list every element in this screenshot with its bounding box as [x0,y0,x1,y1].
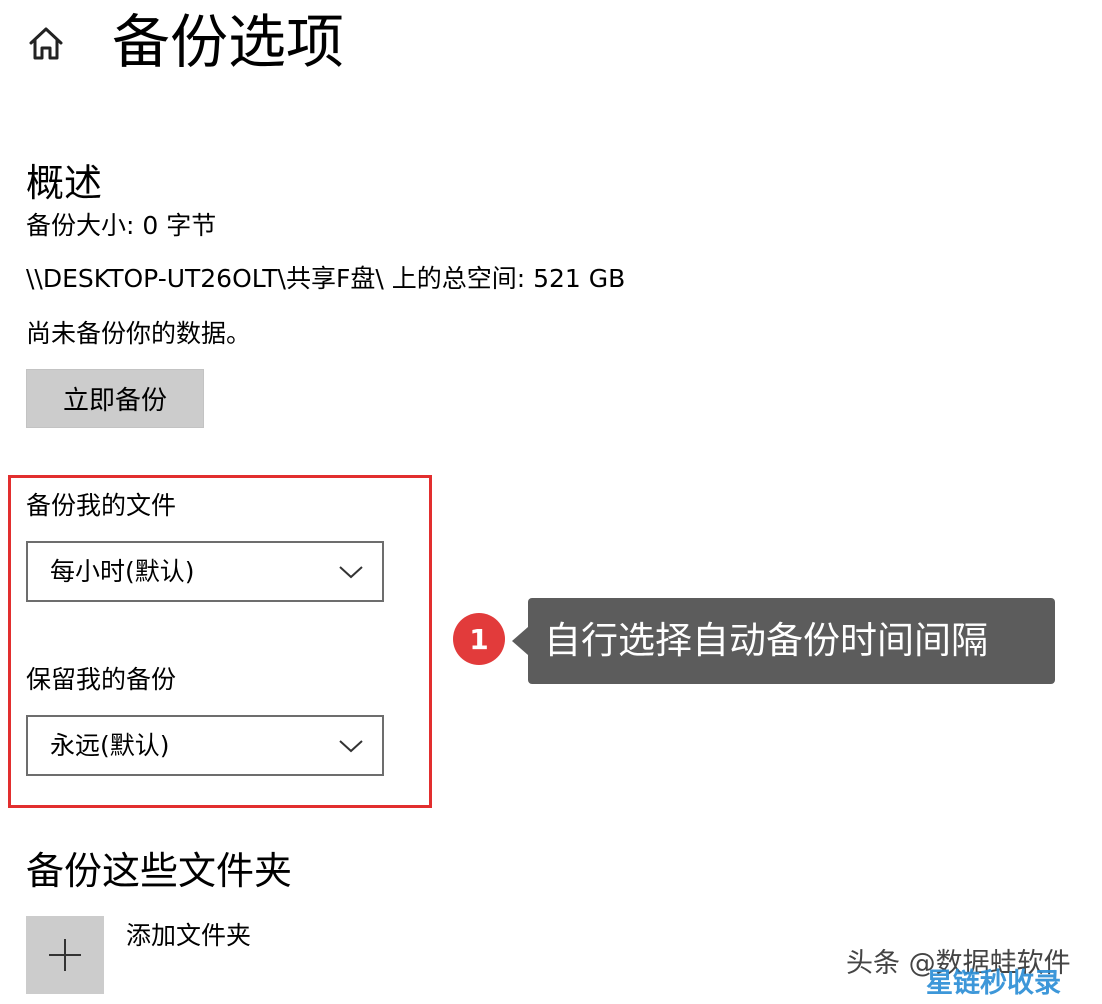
overview-heading: 概述 [26,161,103,205]
backup-now-label: 立即备份 [62,386,167,416]
plus-icon [47,937,83,973]
keep-backups-value: 永远(默认) [50,731,170,760]
chevron-down-icon [338,564,364,580]
backup-status-text: 尚未备份你的数据。 [26,319,252,348]
add-folder-button[interactable] [26,916,104,994]
add-folder-label[interactable]: 添加文件夹 [126,920,251,952]
callout-text: 自行选择自动备份时间间隔 [544,619,988,662]
total-space-text: \\DESKTOP-UT26OLT\共享F盘\ 上的总空间: 521 GB [26,264,626,293]
home-icon[interactable] [26,24,66,64]
callout-pointer [512,627,528,655]
page-title: 备份选项 [112,8,345,76]
backup-frequency-dropdown[interactable]: 每小时(默认) [26,541,384,602]
keep-backups-label: 保留我的备份 [26,665,177,694]
keep-backups-dropdown[interactable]: 永远(默认) [26,715,384,776]
backup-now-button[interactable]: 立即备份 [26,369,204,428]
step-number-badge: 1 [453,613,505,665]
backup-frequency-label: 备份我的文件 [26,491,177,520]
backup-frequency-value: 每小时(默认) [50,557,195,586]
chevron-down-icon [338,738,364,754]
backup-folders-heading: 备份这些文件夹 [26,849,293,893]
watermark-overlay-text: 星链秒收录 [926,968,1061,999]
backup-size-text: 备份大小: 0 字节 [26,211,217,240]
